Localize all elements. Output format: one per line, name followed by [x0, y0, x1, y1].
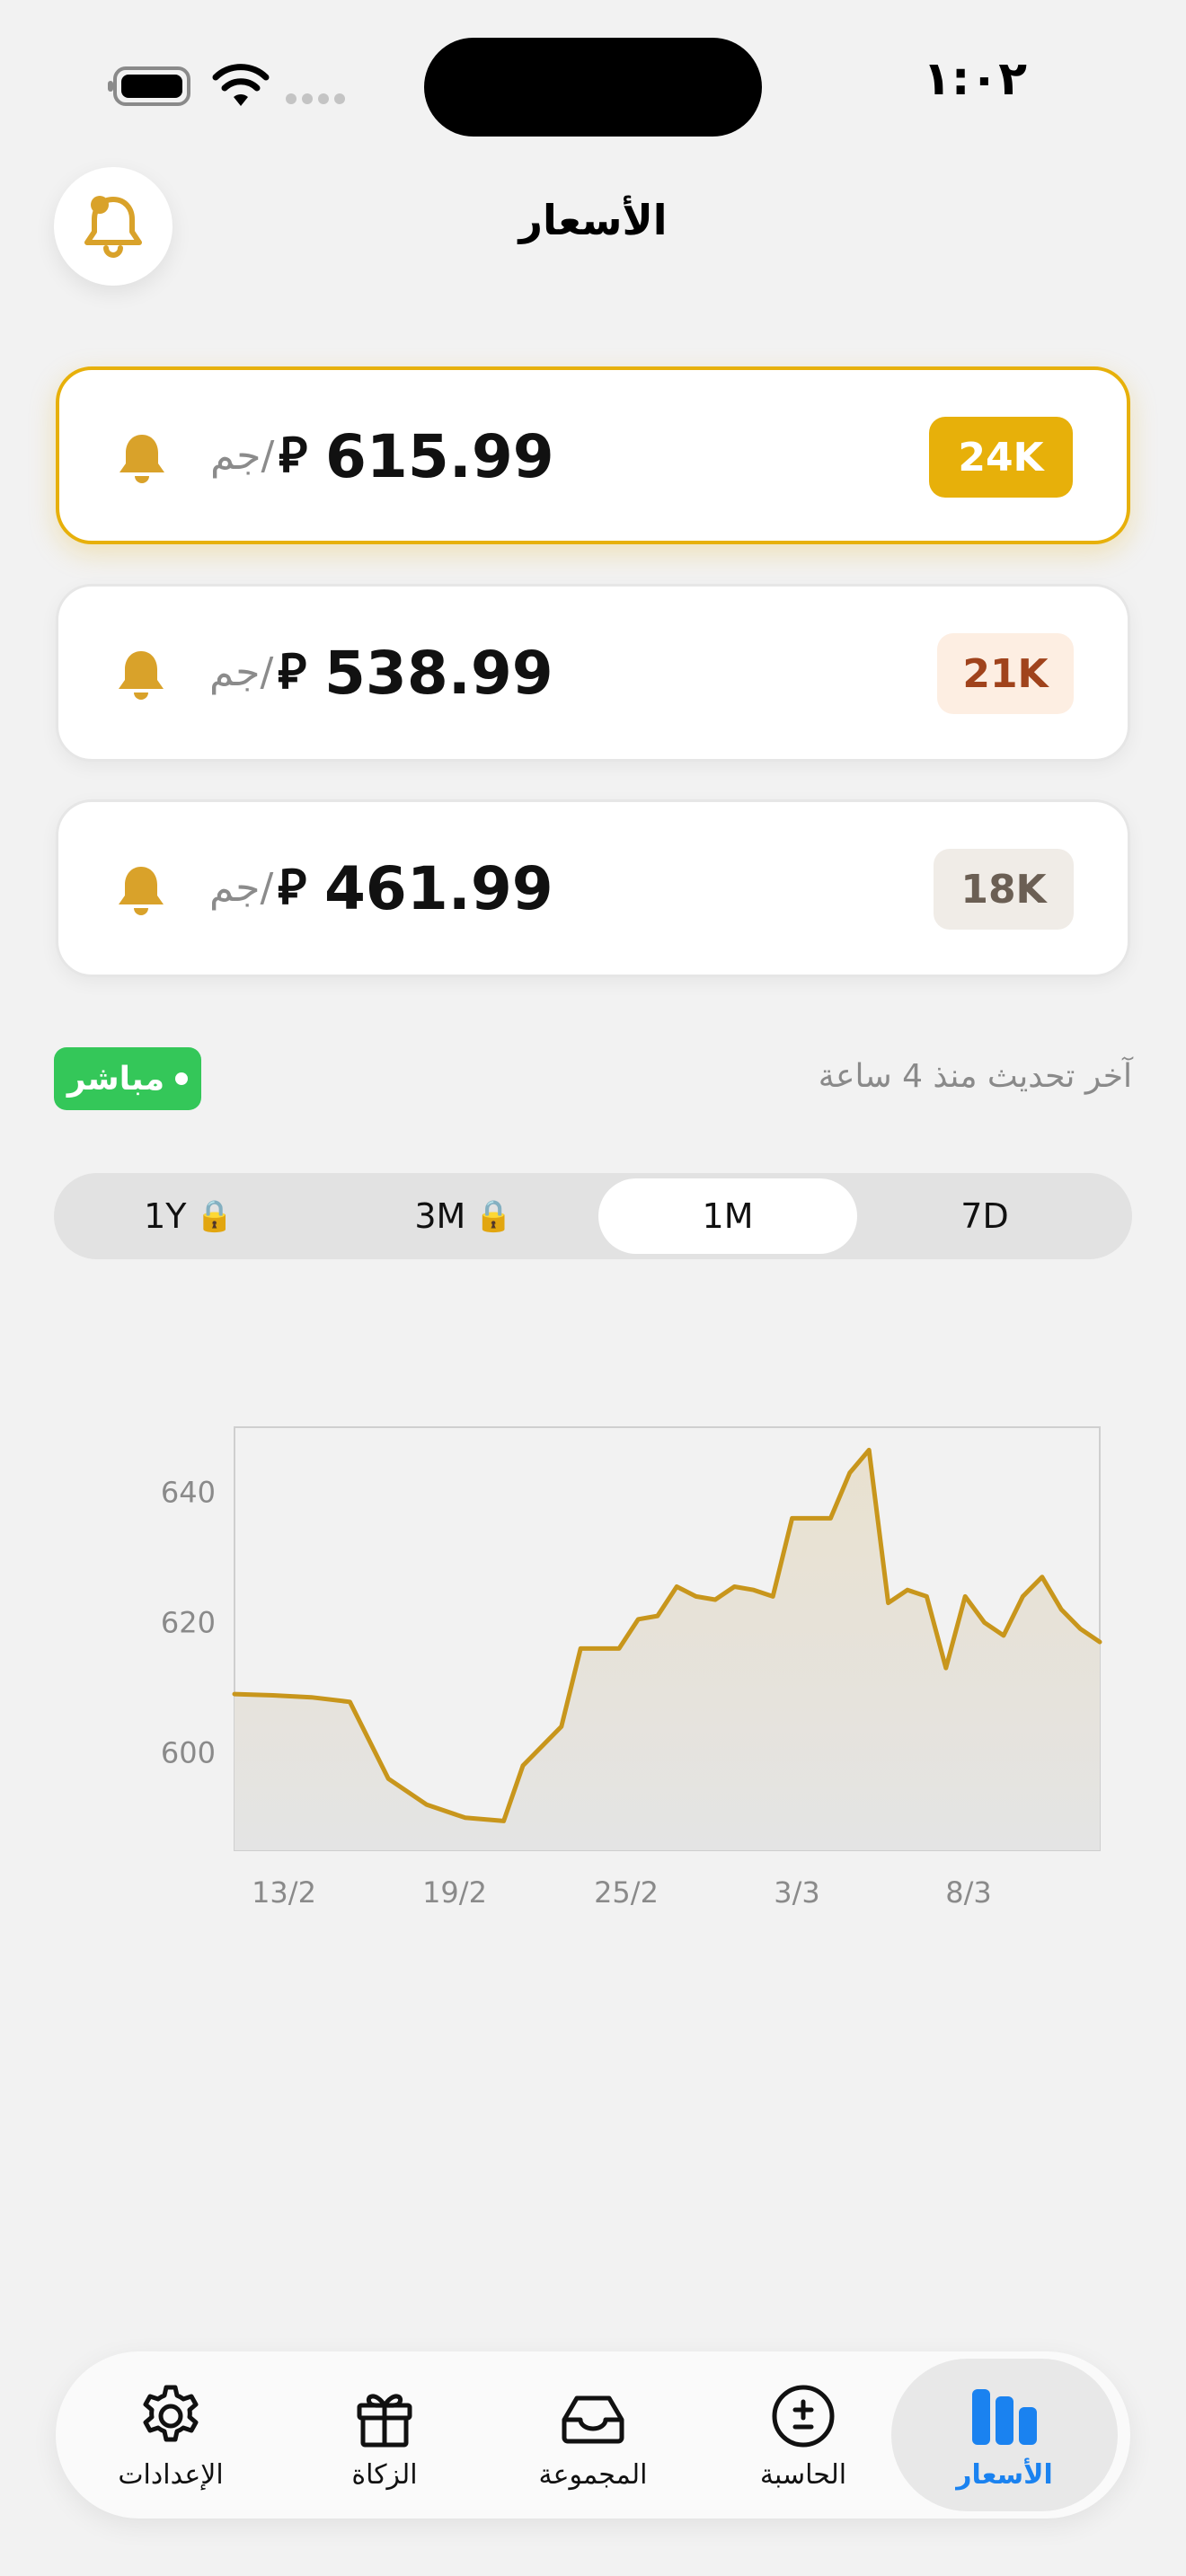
tray-icon [562, 2395, 624, 2443]
status-time: ١:٠٢ [922, 52, 1027, 106]
price-chart: 600 620 640 13/2 19/2 25/2 3/3 8/3 [161, 1426, 1102, 1910]
price-card-24k[interactable]: /جم ⃁ 615.99 24K [56, 366, 1130, 544]
tab-label: الحاسبة [759, 2458, 847, 2491]
period-label: 1M [702, 1196, 754, 1236]
period-label: 7D [960, 1196, 1009, 1236]
karat-badge: 24K [929, 417, 1073, 498]
lock-icon: 🔒 [474, 1198, 513, 1234]
currency-symbol: ⃁ [279, 427, 308, 483]
bell-icon[interactable] [114, 863, 168, 917]
tab-collection[interactable]: المجموعة [487, 2359, 699, 2511]
x-tick-label: 8/3 [945, 1875, 992, 1910]
tab-calculator[interactable]: الحاسبة [697, 2359, 909, 2511]
wifi-icon [212, 64, 270, 106]
gear-icon [143, 2385, 199, 2441]
tab-label: الزكاة [351, 2458, 418, 2491]
bell-icon[interactable] [115, 431, 169, 485]
x-tick-label: 19/2 [422, 1875, 487, 1910]
x-tick-label: 13/2 [252, 1875, 316, 1910]
bell-icon [84, 196, 142, 258]
period-3m[interactable]: 3M 🔒 [367, 1178, 561, 1254]
bell-icon[interactable] [114, 648, 168, 701]
live-dot [175, 1072, 189, 1085]
period-selector: 1Y 🔒 3M 🔒 1M 7D [54, 1173, 1132, 1259]
price-unit: /جم [209, 865, 274, 911]
cellular-signal-icon [286, 93, 349, 106]
period-label: 1Y [144, 1196, 187, 1236]
tab-label: الإعدادات [118, 2458, 224, 2491]
period-1y[interactable]: 1Y 🔒 [92, 1178, 286, 1254]
currency-symbol: ⃁ [278, 643, 307, 700]
currency-symbol: ⃁ [278, 859, 307, 915]
x-tick-label: 25/2 [594, 1875, 659, 1910]
period-1m[interactable]: 1M [598, 1178, 857, 1254]
period-label: 3M [414, 1196, 466, 1236]
price-unit: /جم [210, 433, 275, 479]
price-card-21k[interactable]: /جم ⃁ 538.99 21K [56, 584, 1130, 762]
price-value: 461.99 [324, 854, 553, 923]
live-label: مباشر [66, 1060, 165, 1098]
dynamic-island [424, 38, 762, 137]
plus-minus-icon [772, 2385, 835, 2447]
tab-label: المجموعة [538, 2458, 648, 2491]
y-tick-label: 600 [161, 1735, 216, 1769]
y-tick-label: 640 [161, 1475, 216, 1509]
alerts-button[interactable] [54, 167, 173, 286]
page-title: الأسعار [518, 196, 668, 244]
bar-chart-icon [972, 2388, 1037, 2445]
gift-icon [357, 2394, 412, 2447]
last-updated-text: آخر تحديث منذ 4 ساعة [818, 1058, 1132, 1095]
tab-settings[interactable]: الإعدادات [65, 2359, 277, 2511]
period-7d[interactable]: 7D [888, 1178, 1082, 1254]
price-value: 538.99 [324, 639, 553, 708]
karat-badge: 18K [934, 849, 1074, 930]
tab-prices[interactable]: الأسعار [891, 2359, 1118, 2511]
x-tick-label: 3/3 [774, 1875, 820, 1910]
karat-badge: 21K [937, 633, 1074, 714]
battery-icon [108, 66, 190, 106]
price-unit: /جم [209, 649, 274, 695]
lock-icon: 🔒 [195, 1198, 234, 1234]
y-tick-label: 620 [161, 1605, 216, 1639]
tab-zakat[interactable]: الزكاة [279, 2359, 491, 2511]
live-badge: مباشر [54, 1047, 201, 1110]
price-value: 615.99 [325, 422, 554, 491]
price-card-18k[interactable]: /جم ⃁ 461.99 18K [56, 799, 1130, 977]
tab-label: الأسعار [956, 2458, 1053, 2491]
tab-bar: الإعدادات الزكاة المجموعة الحاسبة الأسعا… [56, 2351, 1130, 2519]
